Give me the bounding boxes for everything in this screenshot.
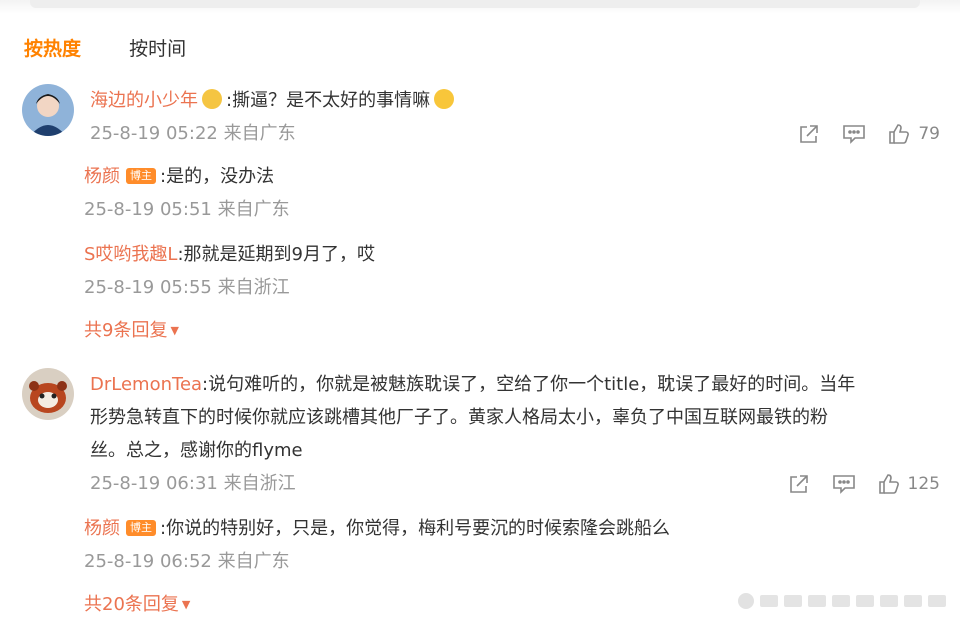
reply-time: 25-8-19 05:55 来自浙江 [84, 277, 290, 298]
comment-icon[interactable] [832, 473, 856, 495]
triangle-down-icon: ▼ [181, 598, 191, 611]
triangle-down-icon: ▼ [170, 324, 179, 337]
like-icon [889, 124, 910, 144]
sort-by-hot-tab[interactable]: 按热度 [24, 38, 81, 60]
comment-username[interactable]: 海边的小少年 [90, 90, 198, 111]
like-button[interactable]: 79 [888, 119, 940, 149]
reply-content: :那就是延期到9月了，哎 [177, 244, 375, 265]
comment-content-line3: 丝。总之，感谢你的flyme [90, 440, 303, 461]
reply-content: :是的，没办法 [160, 166, 275, 187]
like-count: 79 [918, 124, 940, 144]
comment-text: 海边的小少年 :撕逼？是不太好的事情嘛 [90, 84, 940, 117]
comment-time: 25-8-19 05:22 来自广东 [90, 123, 296, 144]
reply-item: 杨颜 博主:你说的特别好，只是，你觉得，梅利号要沉的时候索隆会跳船么 25-8-1… [84, 512, 904, 577]
comment-username[interactable]: DrLemonTea [90, 374, 202, 395]
author-badge: 博主 [126, 520, 156, 536]
sort-by-time-tab[interactable]: 按时间 [129, 38, 186, 60]
like-button[interactable]: 125 [878, 469, 940, 499]
crown-icon [202, 89, 222, 109]
comment-actions: 79 [776, 119, 940, 149]
more-replies: 共9条回复 ▼ [84, 316, 904, 342]
reply-item: 杨颜 博主:是的，没办法 25-8-19 05:51 来自广东 [84, 160, 904, 225]
reply-time: 25-8-19 06:52 来自广东 [84, 551, 290, 572]
thinking-emoji-icon [434, 89, 455, 109]
comment-content-line2: 形势急转直下的时候你就应该跳槽其他厂子了。黄家人格局太小，辜负了中国互联网最铁的… [90, 407, 828, 428]
comment-time: 25-8-19 06:31 来自浙江 [90, 473, 296, 494]
avatar[interactable] [22, 84, 74, 136]
top-fade [0, 0, 960, 14]
like-icon [878, 474, 899, 494]
reply-content: :你说的特别好，只是，你觉得，梅利号要沉的时候索隆会跳船么 [160, 518, 671, 539]
share-icon[interactable] [798, 123, 820, 145]
like-count: 125 [907, 474, 940, 494]
comment-content: :撕逼？是不太好的事情嘛 [226, 90, 431, 111]
avatar[interactable] [22, 368, 74, 420]
reply-username[interactable]: 杨颜 [84, 166, 120, 187]
author-badge: 博主 [126, 168, 156, 184]
reply-time: 25-8-19 05:51 来自广东 [84, 199, 290, 220]
reply-username[interactable]: S哎哟我趣L [84, 244, 177, 265]
watermark [738, 592, 948, 610]
share-icon[interactable] [788, 473, 810, 495]
reply-item: S哎哟我趣L:那就是延期到9月了，哎 25-8-19 05:55 来自浙江 [84, 238, 904, 303]
comment-content-line1: :说句难听的，你就是被魅族耽误了，空给了你一个title，耽误了最好的时间。当年 [202, 374, 856, 395]
more-replies-link[interactable]: 共9条回复 ▼ [84, 320, 179, 341]
more-replies-link[interactable]: 共20条回复 ▼ [84, 594, 190, 615]
sort-tabs: 按热度 按时间 [24, 34, 228, 61]
comment-text: DrLemonTea:说句难听的，你就是被魅族耽误了，空给了你一个title，耽… [90, 368, 940, 401]
comment-actions: 125 [766, 469, 940, 499]
reply-username[interactable]: 杨颜 [84, 518, 120, 539]
comment-icon[interactable] [842, 123, 866, 145]
